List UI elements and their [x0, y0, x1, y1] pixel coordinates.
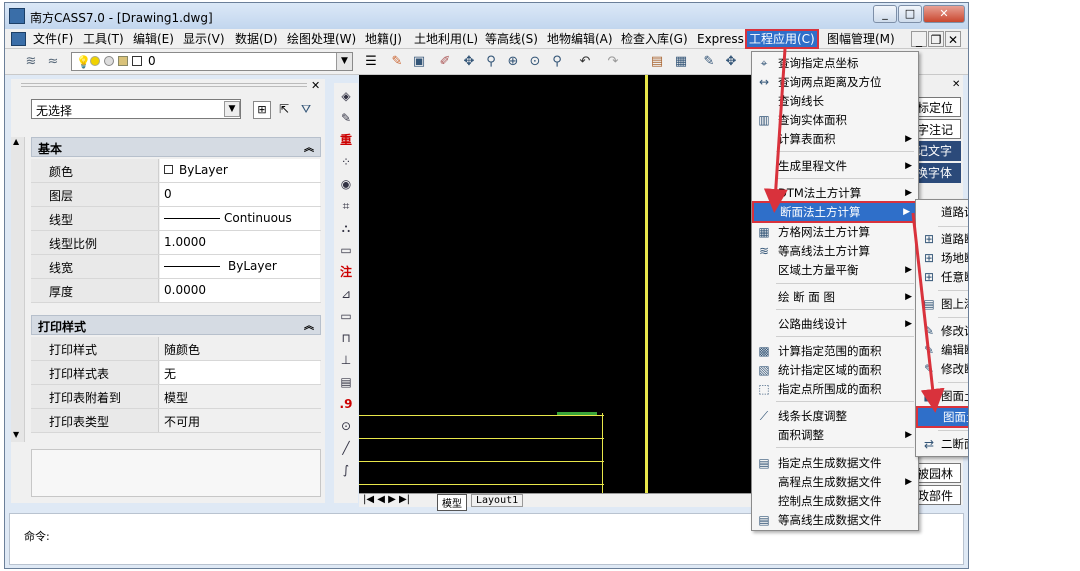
arrow-to-section-method: [763, 48, 788, 213]
main-window: 南方CASS7.0 - [Drawing1.dwg] _ □ ✕ 文件(F) 工…: [4, 2, 969, 569]
arrow-to-excel-item: [911, 212, 945, 413]
annotation-arrows: [763, 48, 945, 413]
